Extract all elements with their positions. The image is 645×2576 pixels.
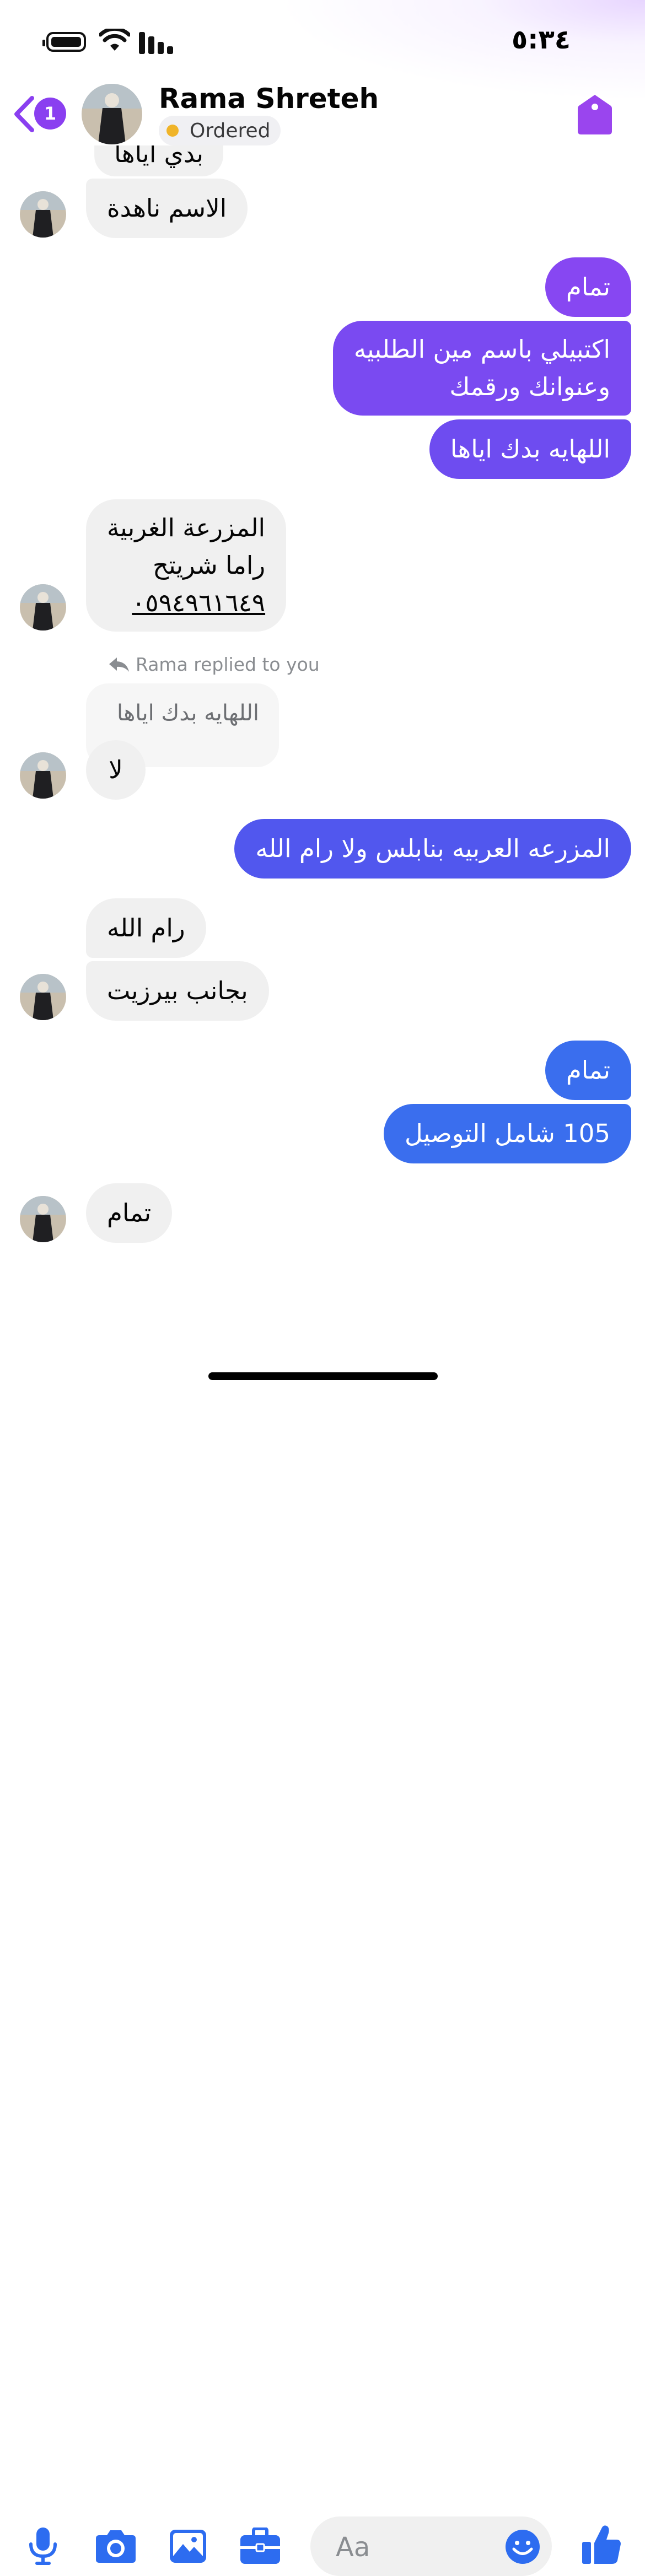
avatar-photo <box>82 84 142 144</box>
message-text: لا <box>109 755 123 784</box>
message-text: تمام <box>566 1055 610 1085</box>
message-bubble-outgoing[interactable]: اكتبيلي باسم مين الطلبيه وعنوانك ورقمك <box>332 321 631 416</box>
contact-name[interactable]: Rama Shreteh <box>159 83 379 115</box>
tag-icon[interactable] <box>577 94 613 136</box>
message-text: تمام <box>107 1198 152 1227</box>
quoted-text: اللهايه بدك اياها <box>117 700 259 726</box>
message-bubble-incoming[interactable]: لا <box>86 740 146 800</box>
order-status-badge[interactable]: Ordered <box>159 116 281 145</box>
message-input[interactable]: Aa <box>310 2516 552 2576</box>
home-indicator <box>208 1372 438 1380</box>
message-bubble-outgoing[interactable]: تمام <box>545 257 631 317</box>
message-text: 105 شامل التوصيل <box>404 1119 610 1148</box>
message-phone-link[interactable]: ٠٥٩٤٩٦١٦٤٩ <box>107 584 265 622</box>
message-text: المزرعه العربيه بنابلس ولا رام الله <box>255 834 610 863</box>
message-line: وعنوانك ورقمك <box>449 372 610 401</box>
wifi-icon <box>99 29 130 51</box>
image-icon[interactable] <box>169 2529 207 2564</box>
message-text: الاسم ناهدة <box>107 193 227 223</box>
message-bubble-outgoing[interactable]: 105 شامل التوصيل <box>383 1104 631 1163</box>
status-dot-icon <box>166 125 179 137</box>
message-bubble-incoming[interactable]: تمام <box>86 1183 173 1243</box>
emoji-icon[interactable] <box>504 2529 541 2565</box>
unread-count-badge[interactable]: 1 <box>34 98 66 130</box>
message-text: رام الله <box>107 913 185 942</box>
contact-avatar-small[interactable] <box>20 752 66 799</box>
reply-arrow-icon <box>109 657 129 672</box>
signal-icon <box>139 32 175 54</box>
message-line: اكتبيلي باسم مين الطلبيه <box>353 335 610 364</box>
contact-avatar-small[interactable] <box>20 584 66 630</box>
contact-avatar[interactable] <box>82 84 142 144</box>
message-text: تمام <box>566 272 610 301</box>
message-bubble-incoming[interactable]: الاسم ناهدة <box>86 179 248 238</box>
battery-icon <box>42 32 86 52</box>
contact-avatar-small[interactable] <box>20 191 66 238</box>
contact-avatar-small[interactable] <box>20 1196 66 1242</box>
message-bubble-incoming[interactable]: بجانب بيرزيت <box>86 961 269 1021</box>
message-line: المزرعة الغربية <box>107 513 266 542</box>
message-text: بجانب بيرزيت <box>107 976 248 1005</box>
thumbs-up-icon[interactable] <box>581 2524 622 2566</box>
composer-bar: Aa <box>0 1251 645 2576</box>
message-line: راما شريتح <box>153 551 266 580</box>
order-status-label: Ordered <box>190 119 271 142</box>
message-bubble-incoming[interactable]: رام الله <box>86 898 206 958</box>
reply-label-text: Rama replied to you <box>136 654 320 675</box>
camera-icon[interactable] <box>95 2529 137 2564</box>
message-bubble-outgoing[interactable]: اللهايه بدك اياها <box>429 419 631 479</box>
briefcase-icon[interactable] <box>239 2528 281 2565</box>
message-text: اللهايه بدك اياها <box>450 434 610 464</box>
status-time: ٥:٣٤ <box>512 24 571 55</box>
back-chevron-icon[interactable] <box>12 95 36 133</box>
message-bubble-incoming[interactable]: المزرعة الغربية راما شريتح ٠٥٩٤٩٦١٦٤٩ <box>86 499 287 632</box>
reply-indicator: Rama replied to you <box>108 654 320 675</box>
microphone-icon[interactable] <box>26 2526 60 2566</box>
message-input-placeholder: Aa <box>336 2532 370 2563</box>
status-bar: ٥:٣٤ <box>0 0 645 83</box>
contact-avatar-small[interactable] <box>20 974 66 1020</box>
message-bubble-outgoing[interactable]: تمام <box>545 1041 631 1100</box>
message-bubble-outgoing[interactable]: المزرعه العربيه بنابلس ولا رام الله <box>234 819 631 879</box>
